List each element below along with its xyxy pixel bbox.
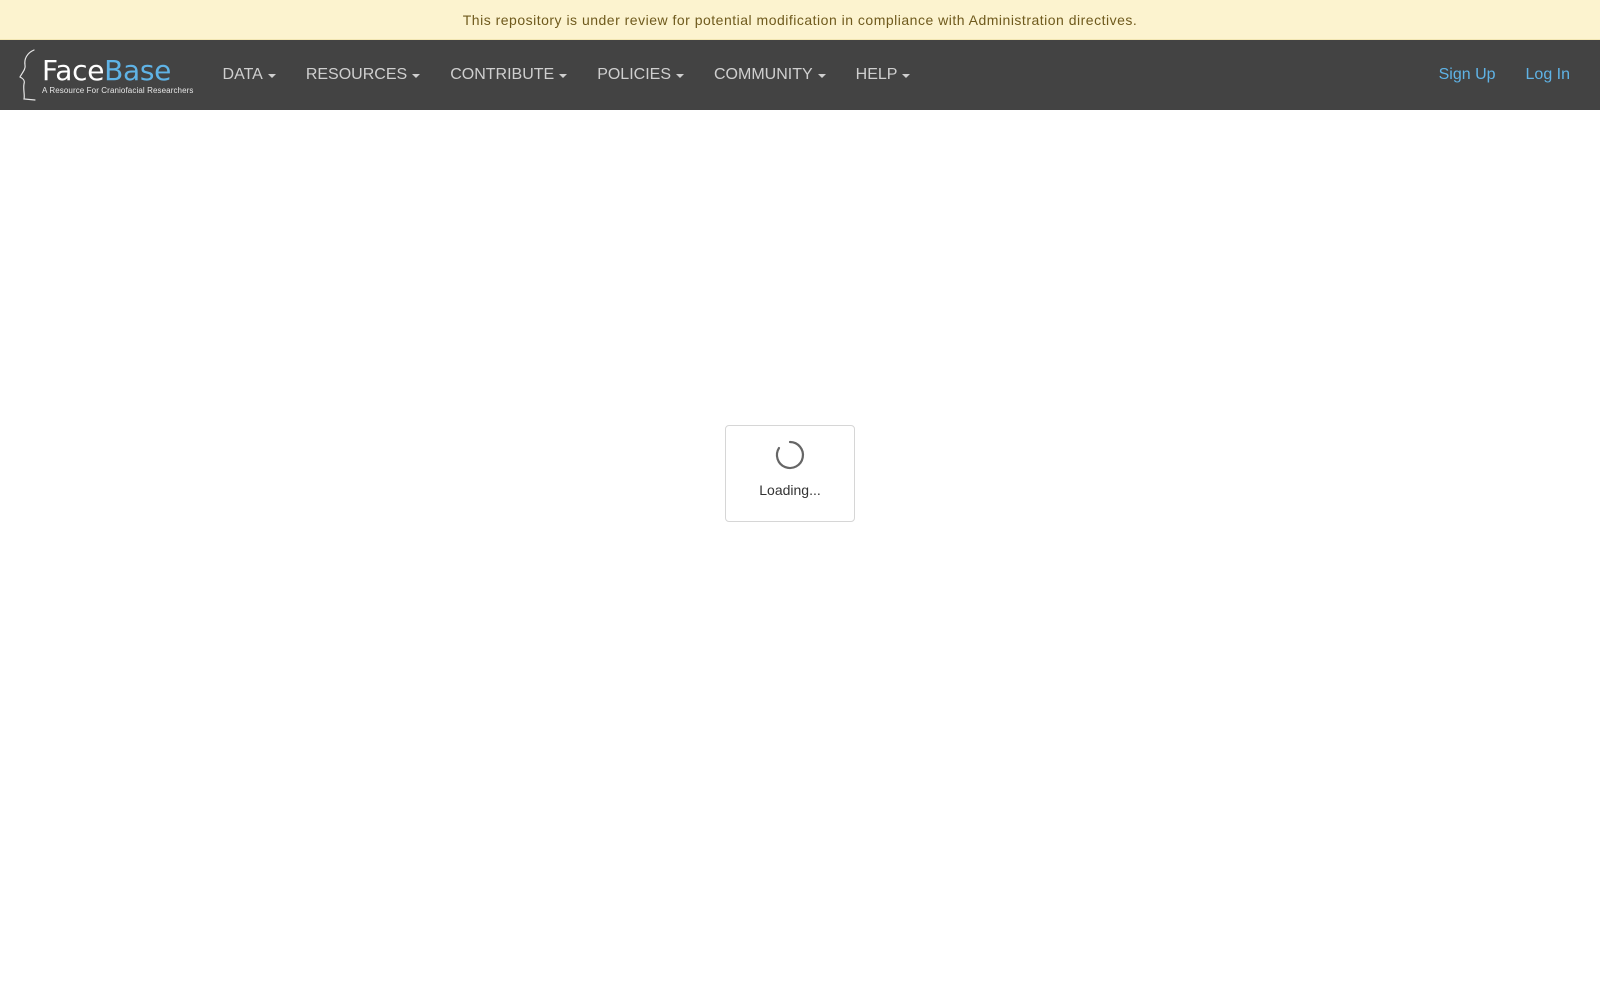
nav-item-community[interactable]: COMMUNITY xyxy=(699,40,841,110)
brand-title: FaceBase xyxy=(42,53,194,87)
sign-up-link[interactable]: Sign Up xyxy=(1429,66,1506,84)
nav-menu: DATA RESOURCES CONTRIBUTE POLICIES COMMU… xyxy=(208,40,926,110)
caret-down-icon xyxy=(817,74,826,78)
loading-text: Loading... xyxy=(759,482,821,498)
caret-down-icon xyxy=(412,74,421,78)
log-in-link[interactable]: Log In xyxy=(1516,66,1580,84)
caret-down-icon xyxy=(559,74,568,78)
nav-item-resources[interactable]: RESOURCES xyxy=(291,40,435,110)
caret-down-icon xyxy=(676,74,684,78)
nav-item-label: HELP xyxy=(855,66,898,83)
nav-account-links: Sign Up Log In xyxy=(1419,40,1580,110)
nav-item-contribute[interactable]: CONTRIBUTE xyxy=(435,40,582,110)
nav-item-label: DATA xyxy=(222,66,263,83)
nav-item-policies[interactable]: POLICIES xyxy=(582,40,699,110)
brand-tagline: A Resource For Craniofacial Researchers xyxy=(42,85,194,95)
spinner-icon xyxy=(775,440,805,470)
caret-down-icon xyxy=(267,74,276,78)
main-navbar: FaceBase A Resource For Craniofacial Res… xyxy=(0,40,1600,110)
brand-logo-link[interactable]: FaceBase A Resource For Craniofacial Res… xyxy=(0,40,208,110)
notice-banner: This repository is under review for pote… xyxy=(0,0,1600,40)
loading-panel: Loading... xyxy=(725,425,855,522)
nav-item-help[interactable]: HELP xyxy=(841,40,926,110)
brand-title-face: Face xyxy=(42,53,105,87)
nav-item-label: COMMUNITY xyxy=(714,66,813,83)
nav-item-label: CONTRIBUTE xyxy=(450,66,555,83)
caret-down-icon xyxy=(902,74,911,78)
face-profile-icon xyxy=(19,49,36,101)
brand-text: FaceBase A Resource For Craniofacial Res… xyxy=(42,53,194,96)
nav-item-label: POLICIES xyxy=(597,66,671,83)
nav-item-label: RESOURCES xyxy=(305,66,408,83)
nav-item-data[interactable]: DATA xyxy=(208,40,291,110)
notice-text: This repository is under review for pote… xyxy=(462,11,1138,28)
brand-title-base: Base xyxy=(104,53,172,87)
